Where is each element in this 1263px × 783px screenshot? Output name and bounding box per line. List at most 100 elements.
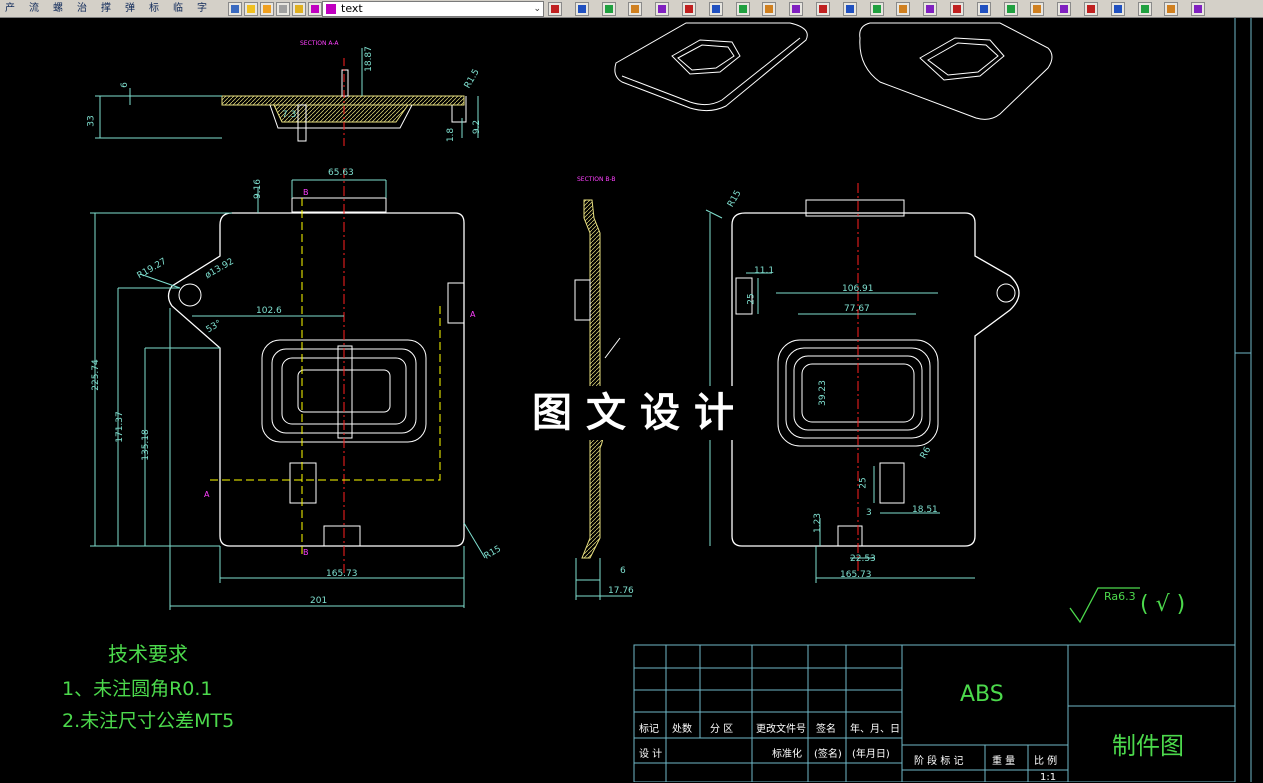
front-view-dimension: 9.16 bbox=[253, 178, 264, 200]
rectangle-icon[interactable] bbox=[708, 2, 723, 16]
toolbar-button-2[interactable]: 螺 bbox=[50, 1, 66, 17]
toolbar-button-3[interactable]: 治 bbox=[74, 1, 90, 17]
section-bb-label: SECTION B-B bbox=[577, 176, 616, 183]
title-block-label: 标记 bbox=[639, 724, 659, 735]
toolbar-button-1[interactable]: 流 bbox=[26, 1, 42, 17]
sun-icon[interactable] bbox=[260, 2, 274, 16]
section-marker: B bbox=[303, 548, 309, 557]
title-block-label: 年、月、日 bbox=[850, 724, 900, 735]
lock-icon[interactable] bbox=[292, 2, 306, 16]
cad-drawing-canvas[interactable]: SECTION A-A SECTION B-B 6 33 18.87 R1.5 7.3 1… bbox=[0, 18, 1263, 783]
arc-icon[interactable] bbox=[628, 2, 643, 16]
light-bulb-icon[interactable] bbox=[244, 2, 258, 16]
polyline-icon[interactable] bbox=[601, 2, 616, 16]
side-view-dimension: 17.76 bbox=[608, 586, 634, 596]
scale-icon[interactable] bbox=[1057, 2, 1072, 16]
rear-view-dimension: 106.91 bbox=[842, 284, 874, 294]
front-view bbox=[90, 168, 486, 610]
roughness-label: Ra6.3 bbox=[1104, 590, 1136, 603]
toolbar-button-6[interactable]: 标 bbox=[146, 1, 162, 17]
title-block-label: 分 区 bbox=[710, 724, 734, 735]
rear-view-dimension: 39.23 bbox=[817, 380, 828, 406]
front-view-dimension: 135.18 bbox=[140, 429, 151, 461]
copy-icon[interactable] bbox=[1003, 2, 1018, 16]
title-block-label: 更改文件号 bbox=[756, 724, 806, 735]
title-block-label: (签名) bbox=[814, 749, 842, 760]
section-aa-view bbox=[95, 48, 479, 148]
angle-icon[interactable] bbox=[762, 2, 777, 16]
rear-view-dimension: 3 bbox=[866, 508, 872, 518]
chamfer-icon[interactable] bbox=[923, 2, 938, 16]
watermark-text: 图文设计 bbox=[520, 386, 760, 440]
table-icon[interactable] bbox=[1164, 2, 1179, 16]
front-view-dimension: 165.73 bbox=[326, 569, 358, 579]
rear-view bbox=[705, 183, 1020, 583]
title-block-label: 处数 bbox=[672, 724, 692, 735]
tech-requirement-2: 2.未注尺寸公差MT5 bbox=[62, 710, 235, 732]
dimension-icon[interactable] bbox=[735, 2, 750, 16]
top-view-dimension: 7.3 bbox=[282, 110, 297, 120]
top-view-dimension: 9.2 bbox=[472, 119, 483, 135]
top-view-dimension: 1.8 bbox=[446, 127, 457, 143]
move-icon[interactable] bbox=[976, 2, 991, 16]
stretch-icon[interactable] bbox=[1084, 2, 1098, 16]
offset-icon[interactable] bbox=[816, 2, 830, 16]
chevron-down-icon[interactable]: ⌄ bbox=[533, 2, 541, 16]
fillet-icon[interactable] bbox=[896, 2, 911, 16]
mirror-icon[interactable] bbox=[950, 2, 964, 16]
spline-icon[interactable] bbox=[682, 2, 696, 16]
front-view-dimension: 225.74 bbox=[90, 359, 101, 391]
title-block-label: (年月日) bbox=[852, 749, 890, 760]
title-block-label: 签名 bbox=[816, 724, 836, 735]
section-marker: A bbox=[204, 490, 210, 499]
layer-color-swatch bbox=[326, 4, 336, 14]
toolbar-button-8[interactable]: 字 bbox=[194, 1, 210, 17]
title-block-label: 标准化 bbox=[772, 749, 802, 760]
top-view-dimension: 18.87 bbox=[363, 46, 374, 72]
explode-icon[interactable] bbox=[1137, 2, 1152, 16]
top-view-dimension: 33 bbox=[86, 115, 97, 127]
layer-dropdown[interactable]: text ⌄ bbox=[322, 1, 544, 17]
toolbar-button-4[interactable]: 撑 bbox=[98, 1, 114, 17]
snap-icon[interactable] bbox=[548, 2, 562, 16]
measure-icon[interactable] bbox=[789, 2, 804, 16]
extend-icon[interactable] bbox=[869, 2, 884, 16]
circle-icon[interactable] bbox=[655, 2, 670, 16]
isometric-views bbox=[614, 22, 1053, 120]
top-view-dimension: 6 bbox=[119, 82, 130, 88]
hatch-icon[interactable] bbox=[228, 2, 242, 16]
rear-view-dimension: 18.51 bbox=[912, 505, 938, 515]
layer-name: text bbox=[341, 2, 363, 15]
rear-view-dimension: 11.1 bbox=[754, 266, 775, 276]
front-view-dimension: 102.6 bbox=[256, 306, 282, 316]
rear-view-dimension: 165.73 bbox=[840, 570, 872, 580]
side-view-dimension: 6 bbox=[620, 566, 626, 576]
rear-view-dimension: 25 bbox=[746, 293, 757, 305]
array-icon[interactable] bbox=[1110, 2, 1125, 16]
layer-freeze-icon[interactable] bbox=[276, 2, 290, 16]
toolbar-button-7[interactable]: 临 bbox=[170, 1, 186, 17]
material-label: ABS bbox=[960, 682, 1004, 707]
front-view-dimension: 201 bbox=[310, 596, 328, 606]
section-marker: A bbox=[470, 310, 476, 319]
rotate-icon[interactable] bbox=[1030, 2, 1045, 16]
line-icon[interactable] bbox=[574, 2, 589, 16]
title-block-label: 设 计 bbox=[639, 749, 663, 760]
front-view-dimension: 65.63 bbox=[328, 168, 354, 178]
section-aa-label: SECTION A-A bbox=[300, 40, 339, 47]
cad-toolbar: 产流螺治撑弹标临字 text ⌄ bbox=[0, 0, 1263, 18]
tech-requirements-title: 技术要求 bbox=[108, 642, 188, 666]
trim-icon[interactable] bbox=[842, 2, 857, 16]
title-block-stage-label: 重 量 bbox=[992, 756, 1016, 767]
roughness-check: ( √ ) bbox=[1140, 592, 1186, 617]
toolbar-button-0[interactable]: 产 bbox=[2, 1, 18, 17]
front-view-dimension: 171.37 bbox=[114, 411, 125, 443]
title-block-stage-label: 阶 段 标 记 bbox=[914, 756, 964, 767]
toolbar-button-5[interactable]: 弹 bbox=[122, 1, 138, 17]
search-icon[interactable] bbox=[1191, 2, 1206, 16]
layer-color-icon[interactable] bbox=[308, 2, 322, 16]
rear-view-dimension: 25 bbox=[858, 477, 869, 489]
drawing-frame bbox=[1234, 18, 1252, 782]
tech-requirement-1: 1、未注圆角R0.1 bbox=[62, 678, 213, 700]
rear-view-dimension: 22.53 bbox=[850, 554, 876, 564]
